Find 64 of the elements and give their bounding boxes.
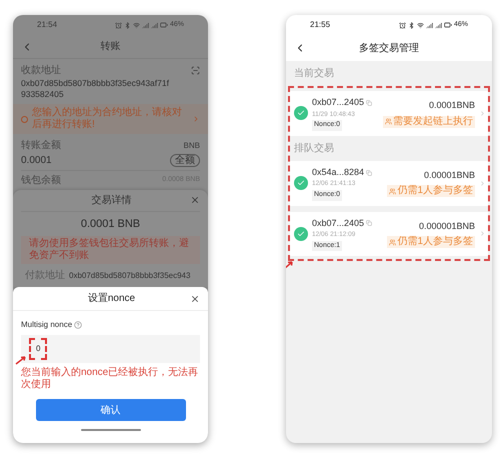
annotation-arrow bbox=[15, 355, 27, 365]
copy-icon[interactable] bbox=[366, 170, 372, 176]
annotation-arrow bbox=[286, 260, 294, 270]
field-label: 钱包余额 bbox=[21, 174, 61, 188]
check-icon bbox=[294, 226, 308, 241]
people-icon bbox=[385, 118, 392, 126]
status-tag: 仍需1人参与多签 bbox=[387, 185, 475, 198]
section-title: 排队交易 bbox=[293, 142, 335, 156]
signal-icon bbox=[150, 22, 158, 28]
wifi-icon bbox=[132, 22, 140, 28]
status-tag: 需要发起链上执行 bbox=[383, 116, 475, 128]
tx-amount: 0.000001BNB bbox=[418, 220, 475, 233]
page-title: 多签交易管理 bbox=[358, 42, 420, 56]
warning-text: 您输入的地址为合约地址，请核对后再进行转账! bbox=[32, 107, 183, 131]
section-title: 当前交易 bbox=[293, 66, 335, 81]
tx-address: 0xb07...2405 bbox=[312, 96, 364, 109]
chevron-icon bbox=[479, 110, 486, 117]
tx-amount: 0.0001BNB bbox=[428, 99, 475, 112]
field-label: Multisig nonce bbox=[21, 319, 72, 331]
tx-address: 0x54a...8284 bbox=[312, 166, 364, 179]
tx-amount: 0.00001BNB bbox=[424, 168, 475, 182]
close-icon[interactable] bbox=[190, 294, 200, 304]
notice-banner: 请勿使用多签钱包往交易所转账，避免资产不到账 bbox=[21, 236, 200, 264]
chevron-icon bbox=[192, 115, 200, 123]
scan-icon[interactable] bbox=[191, 66, 200, 75]
error-text: 您当前输入的nonce已经被执行，无法再次使用 bbox=[21, 367, 200, 391]
field-label: 收款地址 bbox=[21, 64, 61, 78]
alarm-icon bbox=[114, 22, 122, 28]
people-icon bbox=[389, 238, 396, 246]
signal-icon bbox=[142, 22, 149, 28]
battery-icon bbox=[444, 21, 452, 29]
status-time: 21:55 bbox=[310, 19, 330, 31]
dialog-title: 设置nonce bbox=[86, 292, 136, 306]
alarm-icon bbox=[398, 22, 406, 28]
chevron-icon bbox=[479, 230, 486, 238]
nonce-value: 0 bbox=[29, 338, 48, 360]
chevron-icon bbox=[479, 180, 486, 187]
max-button[interactable]: 全额 bbox=[170, 154, 200, 167]
signal-icon bbox=[434, 22, 442, 28]
check-icon bbox=[294, 176, 308, 190]
copy-icon[interactable] bbox=[366, 100, 372, 106]
copy-icon[interactable] bbox=[366, 220, 372, 226]
warning-icon bbox=[21, 116, 28, 122]
wifi-icon bbox=[416, 22, 424, 28]
status-tag: 仍需1人参与多签 bbox=[387, 236, 475, 248]
check-icon bbox=[294, 106, 308, 120]
nonce-field[interactable]: 0 bbox=[21, 335, 200, 363]
bluetooth-icon bbox=[408, 22, 415, 28]
tx-address: 0xb07...2405 bbox=[312, 216, 364, 230]
confirm-button[interactable]: 确认 bbox=[36, 399, 186, 421]
people-icon bbox=[389, 188, 396, 195]
close-icon[interactable] bbox=[190, 195, 200, 205]
battery-icon bbox=[160, 21, 168, 29]
sheet-title: 交易详情 bbox=[90, 194, 132, 208]
sheet-amount: 0.0001 BNB bbox=[80, 216, 142, 232]
page-title: 转账 bbox=[100, 40, 122, 54]
payer-address: 0xb07d85bd5807b8bbb3f35ec943 bbox=[69, 270, 190, 282]
signal-icon bbox=[426, 22, 433, 28]
status-time: 21:54 bbox=[37, 19, 58, 31]
help-icon[interactable] bbox=[74, 321, 82, 329]
bluetooth-icon bbox=[124, 22, 131, 28]
field-label: 转账金额 bbox=[21, 138, 61, 153]
address-text: 0xb07d85bd5807b8bbb3f35ec943af71f933582405 bbox=[21, 78, 170, 100]
amount-value: 0.0001 bbox=[21, 154, 52, 168]
